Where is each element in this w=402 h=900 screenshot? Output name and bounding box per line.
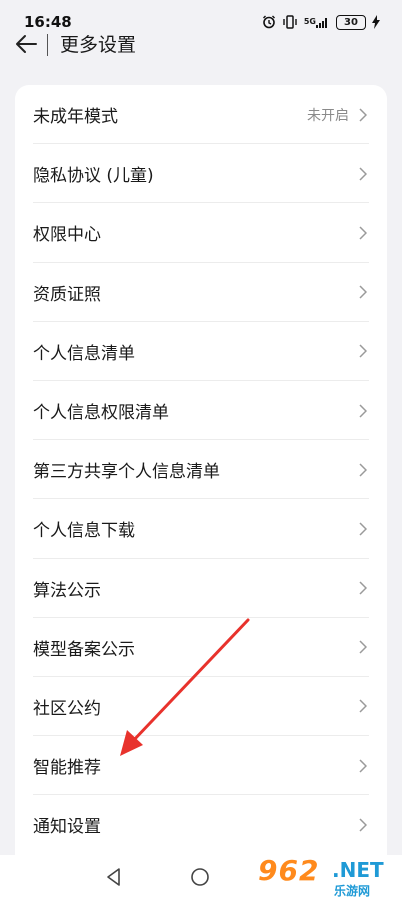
settings-item-label: 个人信息清单	[33, 343, 135, 364]
settings-item-privacy-children[interactable]: 隐私协议 (儿童)	[15, 144, 387, 204]
settings-item-personal-info-permissions[interactable]: 个人信息权限清单	[15, 381, 387, 441]
settings-item-third-party-sharing[interactable]: 第三方共享个人信息清单	[15, 440, 387, 500]
settings-item-label: 个人信息权限清单	[33, 403, 169, 424]
page-title: 更多设置	[60, 34, 137, 56]
settings-item-label: 隐私协议 (儿童)	[33, 166, 154, 187]
nav-back-button[interactable]	[104, 867, 124, 891]
settings-item-label: 权限中心	[33, 225, 101, 246]
chevron-right-icon	[359, 640, 369, 654]
header: 更多设置	[0, 22, 402, 62]
settings-item-minor-mode[interactable]: 未成年模式 未开启	[15, 85, 387, 145]
settings-item-value: 未开启	[307, 107, 349, 124]
watermark-number: 962	[258, 854, 320, 887]
back-button[interactable]	[12, 30, 40, 58]
settings-item-permission-center[interactable]: 权限中心	[15, 203, 387, 263]
chevron-right-icon	[359, 226, 369, 240]
watermark: 962 .NET 乐游网	[254, 854, 394, 898]
chevron-right-icon	[359, 167, 369, 181]
chevron-right-icon	[359, 344, 369, 358]
arrow-left-icon	[16, 35, 37, 53]
nav-home-button[interactable]	[190, 867, 210, 891]
chevron-right-icon	[359, 759, 369, 773]
settings-list: 未成年模式 未开启 隐私协议 (儿童) 权限中心 资质证照 个人信息清单 个人信…	[15, 85, 387, 875]
settings-item-personal-info-list[interactable]: 个人信息清单	[15, 322, 387, 382]
settings-item-label: 第三方共享个人信息清单	[33, 462, 220, 483]
settings-item-notification-settings[interactable]: 通知设置	[15, 795, 387, 854]
settings-item-qualifications[interactable]: 资质证照	[15, 263, 387, 322]
settings-item-label: 社区公约	[33, 698, 101, 719]
chevron-right-icon	[359, 818, 369, 832]
settings-item-model-filing[interactable]: 模型备案公示	[15, 618, 387, 678]
settings-item-smart-recommendation[interactable]: 智能推荐	[15, 736, 387, 796]
circle-home-icon	[191, 868, 209, 886]
chevron-right-icon	[359, 522, 369, 536]
settings-item-label: 未成年模式	[33, 107, 118, 128]
settings-item-label: 通知设置	[33, 817, 101, 838]
chevron-right-icon	[359, 404, 369, 418]
settings-item-label: 智能推荐	[33, 758, 101, 779]
settings-item-label: 资质证照	[33, 284, 101, 305]
chevron-right-icon	[359, 285, 369, 299]
watermark-domain: .NET	[332, 858, 384, 882]
settings-item-community-rules[interactable]: 社区公约	[15, 677, 387, 737]
settings-item-label: 算法公示	[33, 580, 101, 601]
chevron-right-icon	[359, 463, 369, 477]
chevron-right-icon	[359, 108, 369, 122]
header-divider	[47, 34, 48, 56]
chevron-right-icon	[359, 581, 369, 595]
settings-item-personal-info-download[interactable]: 个人信息下载	[15, 499, 387, 559]
chevron-right-icon	[359, 699, 369, 713]
settings-item-label: 模型备案公示	[33, 639, 135, 660]
triangle-back-icon	[107, 868, 120, 886]
watermark-name: 乐游网	[334, 884, 371, 898]
settings-item-algorithm-disclosure[interactable]: 算法公示	[15, 559, 387, 618]
settings-item-label: 个人信息下载	[33, 521, 135, 542]
